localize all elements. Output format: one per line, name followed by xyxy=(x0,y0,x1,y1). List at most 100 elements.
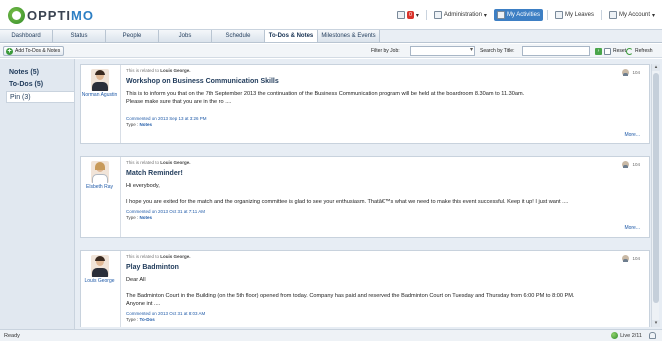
related-text: This is related to Louis George. xyxy=(126,254,191,259)
sidebar-item-notes[interactable]: Notes (5) xyxy=(0,67,74,79)
toolbar: + Add To-Dos & Notes Filter by Job: Sear… xyxy=(0,44,662,58)
avatar[interactable] xyxy=(90,161,109,183)
my-leaves-button[interactable]: My Leaves xyxy=(552,9,597,21)
user-count: 104 xyxy=(632,162,640,167)
note-meta: Commented on 2013 Oct 31 at 8:03 AM Type… xyxy=(126,311,205,323)
feed-scrollbar[interactable]: ▴ ▾ xyxy=(651,64,660,327)
user-count: 104 xyxy=(632,256,640,261)
author-block: Norman Agustin xyxy=(81,65,118,98)
note-body: This is to inform you that on the 7th Se… xyxy=(126,91,525,105)
reset-icon xyxy=(604,47,611,55)
tab-schedule[interactable]: Schedule xyxy=(212,30,265,42)
opptimo-logo[interactable]: OPPTIMO xyxy=(8,6,94,24)
notifications-badge: 0 xyxy=(407,11,414,19)
note-meta: Commented on 2013 Oct 31 at 7:11 AM Type… xyxy=(126,209,205,221)
refresh-button[interactable]: Refresh xyxy=(626,46,653,56)
my-account-label: My Account xyxy=(618,12,650,18)
chevron-down-icon: ▾ xyxy=(483,12,487,19)
filter-job-label: Filter by Job: xyxy=(371,48,400,54)
divider xyxy=(546,10,548,20)
chevron-down-icon: ▾ xyxy=(415,12,419,19)
administration-label: Administration xyxy=(443,12,482,18)
note-content: This is related to Louis George. 104 Mat… xyxy=(120,157,650,237)
note-content: This is related to Louis George. 104 Pla… xyxy=(120,251,650,327)
author-name[interactable]: Norman Agustin xyxy=(81,92,118,98)
related-text: This is related to Louis George. xyxy=(126,160,191,165)
account-icon xyxy=(608,11,617,19)
card-tools: 104 xyxy=(622,69,640,76)
sidebar-item-todos[interactable]: To-Dos (5) xyxy=(0,79,74,91)
main-area: Notes (5) To-Dos (5) Pin (3) Norman Agus… xyxy=(0,59,662,329)
my-account-menu[interactable]: My Account ▾ xyxy=(606,9,658,21)
admin-icon xyxy=(433,11,442,19)
avatar[interactable] xyxy=(90,69,109,91)
live-indicator[interactable]: Live 2/11 xyxy=(611,332,642,339)
add-todos-notes-label: Add To-Dos & Notes xyxy=(15,48,61,54)
note-body: Hi everybody, I hope you are exited for … xyxy=(126,183,569,205)
plus-icon: + xyxy=(6,47,13,55)
note-card: Louis George This is related to Louis Ge… xyxy=(80,250,650,327)
card-tools: 104 xyxy=(622,161,640,168)
note-title[interactable]: Play Badminton xyxy=(126,264,179,271)
author-block: Elsbeth Ray xyxy=(81,157,118,190)
more-link[interactable]: More... xyxy=(624,225,640,231)
add-todos-notes-button[interactable]: + Add To-Dos & Notes xyxy=(3,46,65,56)
live-label: Live 2/11 xyxy=(620,332,642,339)
note-type: Type : To-Dos xyxy=(126,317,155,322)
go-icon: › xyxy=(595,47,602,55)
scroll-thumb[interactable] xyxy=(653,73,659,303)
my-activities-label: My Activities xyxy=(506,12,540,18)
bell-icon[interactable] xyxy=(649,332,656,339)
avatar[interactable] xyxy=(90,255,109,277)
refresh-label: Refresh xyxy=(635,48,653,54)
author-name[interactable]: Elsbeth Ray xyxy=(81,184,118,190)
reset-button[interactable]: Reset xyxy=(604,46,626,56)
tab-people[interactable]: People xyxy=(106,30,159,42)
notifications-button[interactable]: 0 ▾ xyxy=(394,9,422,21)
note-card: Elsbeth Ray This is related to Louis Geo… xyxy=(80,156,650,238)
logo-text: OPPTI xyxy=(27,7,72,23)
more-link[interactable]: More... xyxy=(624,132,640,138)
search-title-label: Search by Title: xyxy=(480,48,515,54)
logo-mark-icon xyxy=(8,6,25,24)
search-go-button[interactable]: › xyxy=(595,46,602,56)
administration-menu[interactable]: Administration ▾ xyxy=(431,9,490,21)
sidebar: Notes (5) To-Dos (5) Pin (3) xyxy=(0,59,75,329)
user-count: 104 xyxy=(632,70,640,75)
note-title[interactable]: Workshop on Business Communication Skill… xyxy=(126,78,279,85)
filter-job-select[interactable] xyxy=(410,46,475,56)
user-icon[interactable] xyxy=(622,255,630,262)
live-icon xyxy=(611,332,619,339)
author-block: Louis George xyxy=(81,251,118,284)
user-icon[interactable] xyxy=(622,69,630,76)
tab-todos-notes[interactable]: To-Dos & Notes xyxy=(265,30,318,42)
my-activities-button[interactable]: My Activities xyxy=(493,9,543,21)
scroll-up-icon[interactable]: ▴ xyxy=(652,64,660,71)
note-meta: Commented on 2013 Sep 13 at 3:26 PM Type… xyxy=(126,116,207,128)
activities-icon xyxy=(496,11,505,19)
note-title[interactable]: Match Reminder! xyxy=(126,170,183,177)
divider xyxy=(425,10,427,20)
reset-label: Reset xyxy=(613,48,627,54)
tab-jobs[interactable]: Jobs xyxy=(159,30,212,42)
tab-status[interactable]: Status xyxy=(53,30,106,42)
logo-text-accent: MO xyxy=(71,7,94,23)
related-person[interactable]: Louis George. xyxy=(160,254,190,259)
user-icon[interactable] xyxy=(622,161,630,168)
related-person[interactable]: Louis George. xyxy=(160,68,190,73)
status-text: Ready xyxy=(4,333,20,339)
refresh-icon xyxy=(626,47,633,55)
status-bar: Ready Live 2/11 xyxy=(0,329,662,341)
note-card: Norman Agustin This is related to Louis … xyxy=(80,64,650,144)
search-title-input[interactable] xyxy=(522,46,590,56)
sidebar-item-pin[interactable]: Pin (3) xyxy=(6,91,74,103)
related-text: This is related to Louis George. xyxy=(126,68,191,73)
calendar-icon xyxy=(554,11,563,19)
scroll-down-icon[interactable]: ▾ xyxy=(652,320,660,327)
tab-dashboard[interactable]: Dashboard xyxy=(0,30,53,42)
related-person[interactable]: Louis George. xyxy=(160,160,190,165)
author-name[interactable]: Louis George xyxy=(81,278,118,284)
note-type: Type : Notes xyxy=(126,122,153,127)
note-content: This is related to Louis George. 104 Wor… xyxy=(120,65,650,143)
tab-milestones-events[interactable]: Milestones & Events xyxy=(318,30,380,42)
